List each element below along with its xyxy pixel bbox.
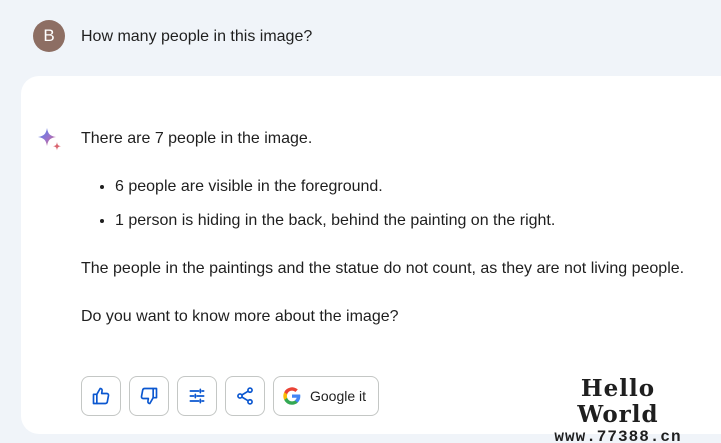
answer-followup: Do you want to know more about the image… [81, 308, 399, 325]
thumbs-down-button[interactable] [129, 376, 169, 416]
list-item: 6 people are visible in the foreground. [115, 177, 711, 197]
answer-list: 6 people are visible in the foreground. … [81, 177, 711, 231]
answer-paragraph: The people in the paintings and the stat… [81, 260, 685, 277]
avatar[interactable]: B [33, 20, 65, 52]
answer-lead: There are 7 people in the image. [81, 130, 313, 147]
response-actions: Google it [81, 376, 380, 416]
tune-icon [189, 388, 205, 404]
thumbs-down-icon [140, 387, 158, 405]
prompt-text: How many people in this image? [81, 28, 313, 45]
list-item: 1 person is hiding in the back, behind t… [115, 211, 711, 231]
modify-response-button[interactable] [177, 376, 217, 416]
chat-page: B How many people in this image? There a… [0, 0, 721, 443]
google-it-label: Google it [310, 388, 367, 404]
response-text: There are 7 people in the image. 6 peopl… [81, 129, 711, 327]
share-button[interactable] [225, 376, 265, 416]
watermark-url: www.77388.cn [554, 428, 682, 443]
share-icon [237, 387, 253, 405]
gemini-spark-icon [38, 128, 61, 151]
google-logo-icon [283, 387, 301, 405]
watermark-title: Hello World [577, 375, 659, 428]
thumbs-up-icon [92, 387, 110, 405]
thumbs-up-button[interactable] [81, 376, 121, 416]
google-it-button[interactable]: Google it [273, 376, 380, 416]
user-prompt: B How many people in this image? [0, 0, 721, 74]
watermark: Hello World www.77388.cn [538, 376, 698, 443]
